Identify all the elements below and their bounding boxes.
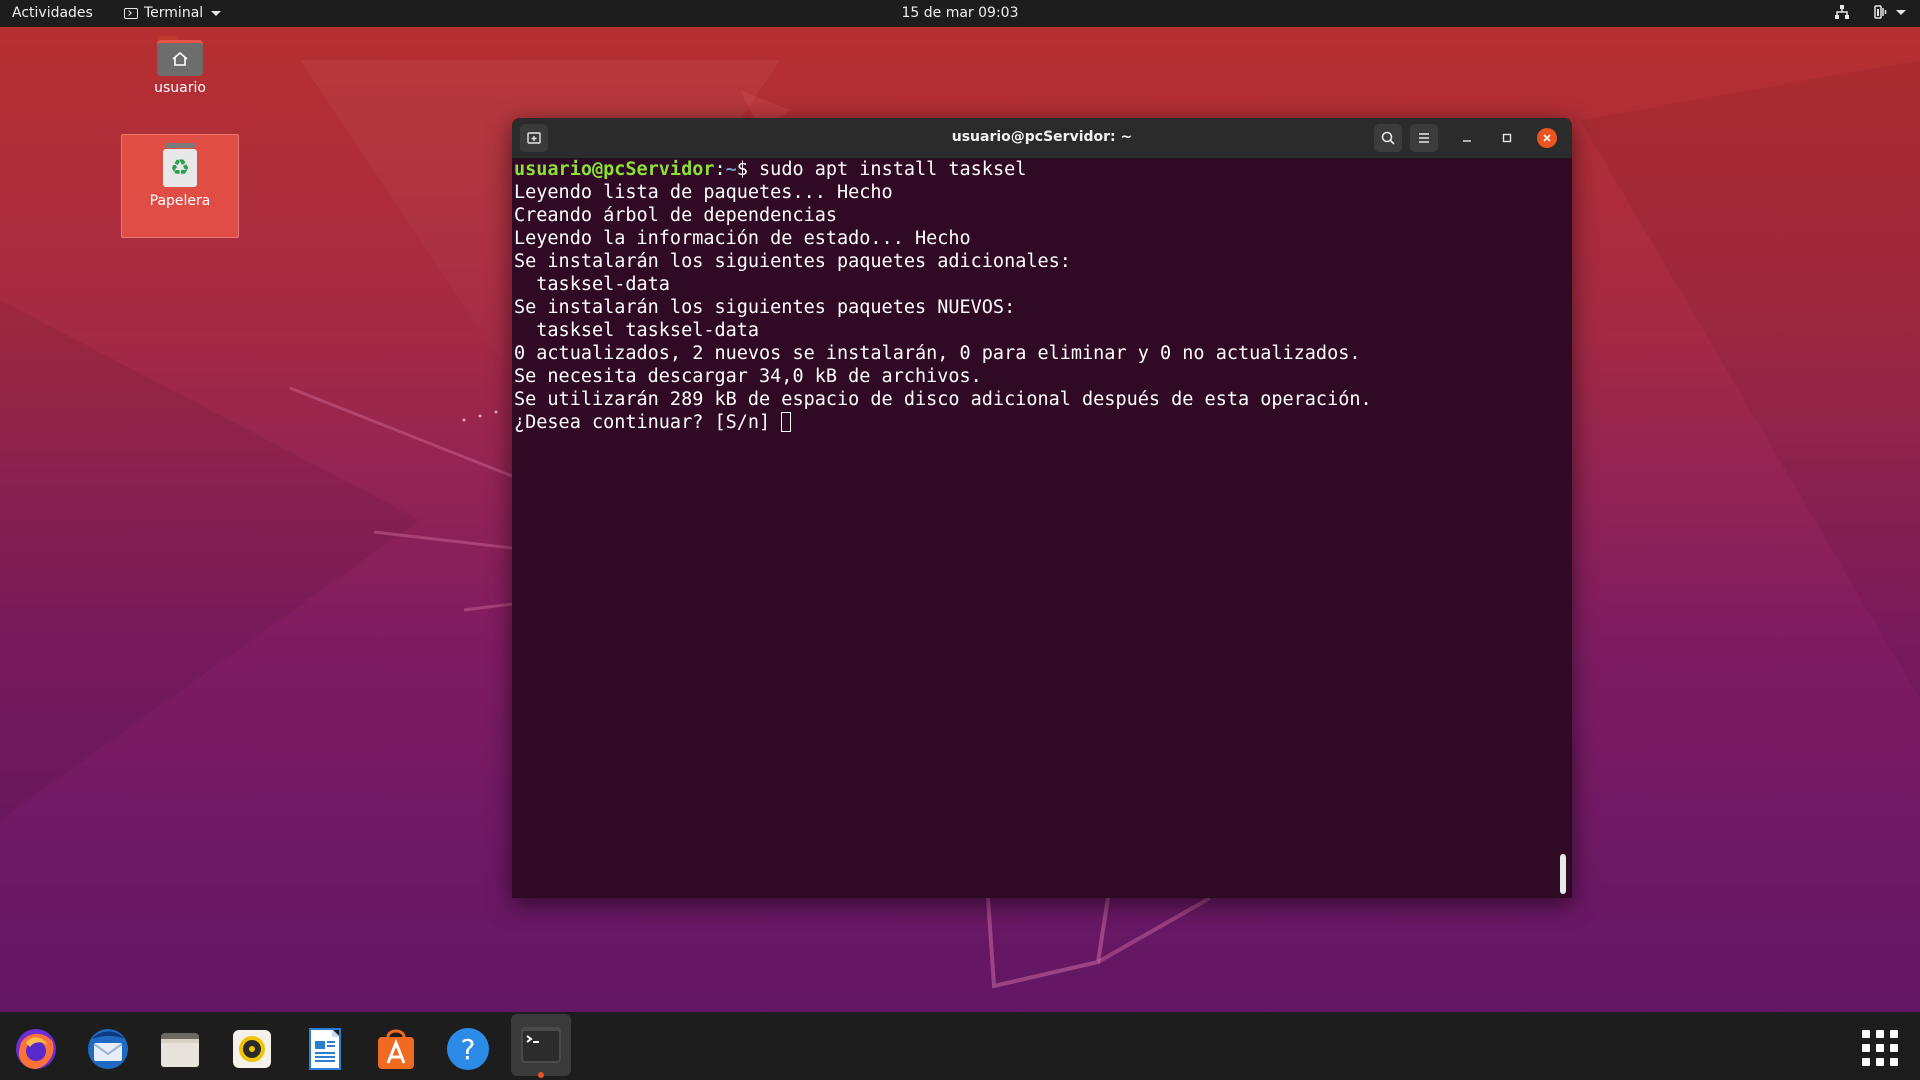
thunderbird-icon	[88, 1029, 128, 1069]
app-menu-label: Terminal	[144, 5, 204, 21]
activities-button[interactable]: Actividades	[12, 5, 93, 21]
chevron-down-icon	[211, 10, 222, 16]
terminal-small-icon	[124, 7, 138, 19]
close-icon	[1543, 134, 1551, 142]
show-applications-button[interactable]	[1862, 1030, 1898, 1066]
trash-icon: ♻	[163, 143, 197, 187]
minimize-button[interactable]	[1457, 128, 1477, 148]
firefox-icon	[16, 1029, 56, 1069]
dock-libreoffice-writer[interactable]	[295, 1020, 353, 1078]
prompt-user: usuario@pcServidor	[514, 159, 715, 180]
volume-icon	[1874, 5, 1887, 19]
prompt-path: ~	[725, 159, 737, 180]
prompt-symbol: $	[736, 159, 760, 180]
output-line: Se necesita descargar 34,0 kB de archivo…	[514, 366, 982, 387]
command-line: usuario@pcServidor:~$ sudo apt install t…	[514, 158, 1572, 181]
hamburger-menu-button[interactable]	[1410, 124, 1438, 152]
output-line: Se instalarán los siguientes paquetes NU…	[514, 297, 1016, 318]
output-line: Se utilizarán 289 kB de espacio de disco…	[514, 389, 1372, 410]
dock-rhythmbox[interactable]	[223, 1020, 281, 1078]
output-line: Leyendo lista de paquetes... Hecho	[514, 182, 893, 203]
output-line: tasksel-data	[514, 274, 670, 295]
desktop-icon-label: Papelera	[149, 193, 211, 209]
text-cursor	[781, 412, 792, 432]
search-icon	[1381, 131, 1395, 145]
dock-help[interactable]: ?	[439, 1020, 497, 1078]
home-folder-icon	[157, 36, 203, 76]
terminal-icon	[521, 1027, 561, 1063]
help-icon: ?	[447, 1028, 489, 1070]
window-titlebar[interactable]: usuario@pcServidor: ~	[512, 118, 1572, 159]
dock-ubuntu-software[interactable]	[367, 1020, 425, 1078]
dock-thunderbird[interactable]	[79, 1020, 137, 1078]
svg-text:?: ?	[461, 1033, 476, 1066]
maximize-button[interactable]	[1497, 128, 1517, 148]
terminal-window[interactable]: usuario@pcServidor: ~ usuario@pcServidor…	[512, 118, 1572, 898]
command-text: sudo apt install tasksel	[759, 159, 1027, 180]
system-tray[interactable]	[1834, 4, 1906, 20]
running-indicator	[538, 1072, 544, 1078]
output-line: Leyendo la información de estado... Hech…	[514, 228, 971, 249]
desktop-icon-trash[interactable]: ♻ Papelera	[121, 134, 239, 238]
output-line: Creando árbol de dependencias	[514, 205, 838, 226]
search-button[interactable]	[1374, 124, 1402, 152]
hamburger-icon	[1419, 133, 1429, 143]
maximize-icon	[1502, 133, 1512, 143]
terminal-content[interactable]: usuario@pcServidor:~$ sudo apt install t…	[514, 158, 1572, 898]
ubuntu-software-icon	[378, 1029, 414, 1069]
dock-files[interactable]	[151, 1020, 209, 1078]
prompt-separator: :	[714, 159, 726, 180]
rhythmbox-icon	[233, 1030, 271, 1068]
dock-firefox[interactable]	[7, 1020, 65, 1078]
input-prompt-line[interactable]: ¿Desea continuar? [S/n]	[514, 411, 1572, 434]
desktop-icon-label: usuario	[154, 80, 206, 96]
output-line: Se instalarán los siguientes paquetes ad…	[514, 251, 1071, 272]
scrollbar[interactable]	[1560, 854, 1566, 894]
top-bar: Actividades Terminal 15 de mar 09:03	[0, 0, 1920, 27]
chevron-down-icon	[1896, 9, 1906, 15]
close-button[interactable]	[1537, 128, 1557, 148]
desktop-icon-home[interactable]: usuario	[121, 36, 239, 96]
output-line: tasksel tasksel-data	[514, 320, 760, 341]
minimize-icon	[1463, 140, 1471, 142]
system-menu[interactable]	[1872, 4, 1906, 20]
libreoffice-writer-icon	[309, 1028, 341, 1070]
app-menu[interactable]: Terminal	[124, 5, 222, 21]
files-icon	[161, 1033, 199, 1067]
dock-terminal[interactable]	[511, 1014, 571, 1078]
network-icon[interactable]	[1834, 4, 1850, 20]
output-line: 0 actualizados, 2 nuevos se instalarán, …	[514, 343, 1361, 364]
clock[interactable]: 15 de mar 09:03	[902, 5, 1019, 21]
continue-prompt: ¿Desea continuar? [S/n]	[514, 412, 782, 433]
dock: ?	[0, 1012, 1920, 1080]
